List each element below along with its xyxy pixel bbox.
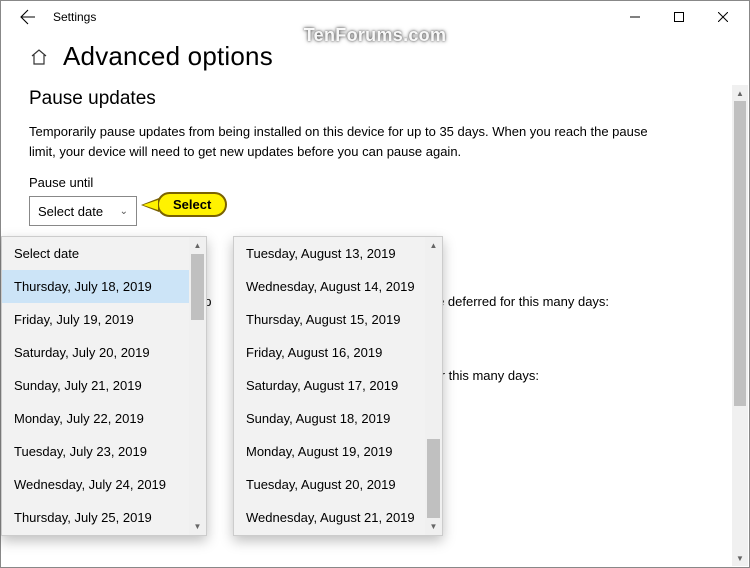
callout-bubble: Select <box>157 192 227 217</box>
list-item[interactable]: Wednesday, August 14, 2019 <box>234 270 442 303</box>
scroll-track[interactable] <box>732 101 748 550</box>
list-item[interactable]: Sunday, July 21, 2019 <box>2 369 206 402</box>
list-item[interactable]: Monday, August 19, 2019 <box>234 435 442 468</box>
select-date-combo[interactable]: Select date ⌄ <box>29 196 137 226</box>
scroll-down-icon[interactable]: ▼ <box>425 518 442 535</box>
main-scrollbar[interactable]: ▲ ▼ <box>732 85 748 566</box>
list-item[interactable]: Select date <box>2 237 206 270</box>
scroll-up-icon[interactable]: ▲ <box>425 237 442 254</box>
close-button[interactable] <box>701 2 745 32</box>
section-description: Temporarily pause updates from being ins… <box>29 122 669 161</box>
list-item[interactable]: Thursday, July 18, 2019 <box>2 270 206 303</box>
scroll-thumb[interactable] <box>191 254 204 320</box>
scroll-track[interactable] <box>189 254 206 518</box>
date-dropdown-right[interactable]: Tuesday, August 13, 2019 Wednesday, Augu… <box>233 236 443 536</box>
minimize-button[interactable] <box>613 2 657 32</box>
list-item[interactable]: Tuesday, August 20, 2019 <box>234 468 442 501</box>
scroll-up-icon[interactable]: ▲ <box>732 85 748 101</box>
back-button[interactable] <box>15 4 41 30</box>
list-item[interactable]: Friday, August 16, 2019 <box>234 336 442 369</box>
section-title: Pause updates <box>29 88 721 110</box>
pause-until-label: Pause until <box>29 175 721 190</box>
maximize-button[interactable] <box>657 2 701 32</box>
list-item[interactable]: Saturday, July 20, 2019 <box>2 336 206 369</box>
scroll-down-icon[interactable]: ▼ <box>189 518 206 535</box>
list-item[interactable]: Friday, July 19, 2019 <box>2 303 206 336</box>
date-dropdown-left[interactable]: Select date Thursday, July 18, 2019 Frid… <box>1 236 207 536</box>
chevron-down-icon: ⌄ <box>110 206 128 217</box>
scroll-down-icon[interactable]: ▼ <box>732 550 748 566</box>
titlebar: Settings <box>1 1 749 33</box>
window-title: Settings <box>53 10 96 24</box>
list-item[interactable]: Wednesday, July 24, 2019 <box>2 468 206 501</box>
combo-value: Select date <box>38 204 103 219</box>
dropdown-scrollbar[interactable]: ▲ ▼ <box>425 237 442 535</box>
content-area: Pause updates Temporarily pause updates … <box>1 88 749 564</box>
home-icon[interactable] <box>29 47 49 67</box>
list-item[interactable]: Thursday, August 15, 2019 <box>234 303 442 336</box>
bg-line-deferred: n be deferred for this many days: <box>419 294 609 309</box>
dropdown-scrollbar[interactable]: ▲ ▼ <box>189 237 206 535</box>
list-item[interactable]: Monday, July 22, 2019 <box>2 402 206 435</box>
list-item[interactable]: Tuesday, July 23, 2019 <box>2 435 206 468</box>
list-item[interactable]: Saturday, August 17, 2019 <box>234 369 442 402</box>
callout-arrow-icon <box>141 198 159 212</box>
scroll-track[interactable] <box>425 254 442 518</box>
page-title: Advanced options <box>63 41 273 72</box>
page-header: Advanced options <box>1 33 749 88</box>
scroll-thumb[interactable] <box>734 101 746 406</box>
callout-annotation: Select <box>141 192 227 217</box>
scroll-up-icon[interactable]: ▲ <box>189 237 206 254</box>
list-item[interactable]: Thursday, July 25, 2019 <box>2 501 206 534</box>
list-item[interactable]: Wednesday, August 21, 2019 <box>234 501 442 534</box>
scroll-thumb[interactable] <box>427 439 440 518</box>
list-item[interactable]: Tuesday, August 13, 2019 <box>234 237 442 270</box>
list-item[interactable]: Sunday, August 18, 2019 <box>234 402 442 435</box>
